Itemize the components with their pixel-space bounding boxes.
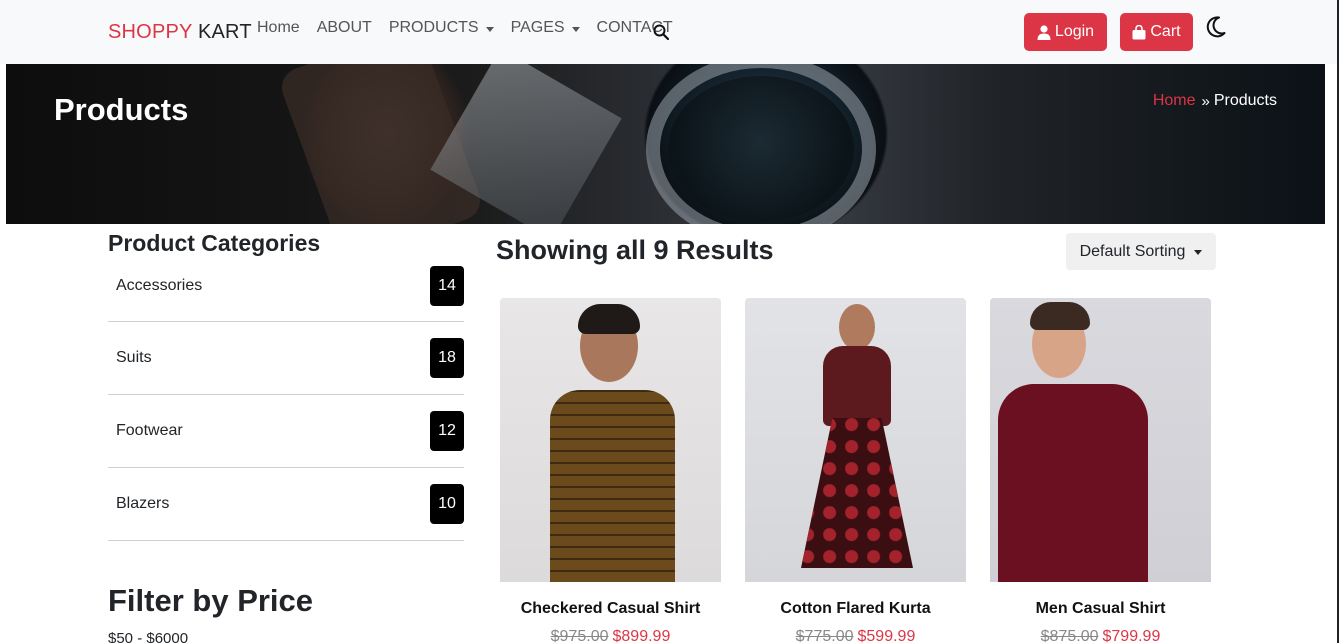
person-shirt — [550, 390, 675, 582]
product-image[interactable] — [500, 298, 721, 582]
price-filter-heading: Filter by Price — [108, 583, 314, 618]
product-price: $875.00 $799.99 — [990, 628, 1211, 643]
shopping-bag-icon — [1132, 24, 1146, 39]
nav-pages[interactable]: PAGES — [511, 19, 580, 37]
sale-price: $899.99 — [612, 628, 671, 643]
breadcrumb-current: Products — [1213, 92, 1277, 109]
chevron-down-icon — [485, 26, 494, 32]
sort-dropdown[interactable]: Default Sorting — [1066, 233, 1216, 270]
product-name[interactable]: Men Casual Shirt — [990, 600, 1211, 618]
category-count-badge: 14 — [430, 265, 464, 306]
sort-label: Default Sorting — [1079, 242, 1186, 260]
category-item[interactable]: Blazers 10 — [108, 468, 464, 541]
category-name: Blazers — [116, 495, 170, 512]
category-name: Footwear — [116, 422, 183, 439]
person-head — [839, 304, 875, 350]
product-name[interactable]: Cotton Flared Kurta — [745, 600, 966, 618]
page-title: Products — [54, 92, 189, 127]
nav-home[interactable]: Home — [257, 19, 300, 37]
original-price: $875.00 — [1040, 628, 1099, 643]
nav-links: Home ABOUT PRODUCTS PAGES CONTACT — [257, 19, 690, 37]
brand-part1: SHOPPY — [108, 21, 193, 43]
navbar: SHOPPY KART Home ABOUT PRODUCTS PAGES CO… — [0, 0, 1337, 64]
double-chevron-right-icon: » — [1201, 92, 1210, 110]
brand-logo[interactable]: SHOPPY KART — [108, 21, 252, 44]
category-count-badge: 12 — [430, 411, 464, 451]
person-kurta-skirt — [801, 418, 913, 568]
brand-part2: KART — [197, 21, 252, 43]
product-price: $775.00 $599.99 — [745, 628, 966, 643]
nav-about-label: ABOUT — [316, 19, 372, 36]
login-button[interactable]: Login — [1024, 13, 1107, 51]
product-image[interactable] — [990, 298, 1211, 582]
banner-watch-face — [668, 76, 854, 222]
page-banner: Products Home » Products — [6, 64, 1325, 224]
original-price: $775.00 — [795, 628, 854, 643]
user-icon — [1037, 24, 1051, 40]
chevron-down-icon — [571, 26, 580, 32]
login-label: Login — [1054, 23, 1095, 40]
product-price: $975.00 $899.99 — [500, 628, 721, 643]
chevron-down-icon — [1194, 250, 1203, 255]
product-name[interactable]: Checkered Casual Shirt — [500, 600, 721, 618]
category-name: Suits — [116, 349, 152, 366]
category-list: Accessories 14 Suits 18 Footwear 12 Blaz… — [108, 250, 464, 541]
nav-home-label: Home — [257, 19, 300, 36]
price-range-value: $50 - $6000 — [108, 630, 189, 643]
category-count-badge: 10 — [430, 484, 464, 524]
results-heading: Showing all 9 Results — [496, 235, 774, 265]
nav-about[interactable]: ABOUT — [317, 19, 372, 37]
breadcrumb-home[interactable]: Home — [1153, 92, 1196, 110]
sale-price: $599.99 — [857, 628, 916, 643]
product-card[interactable]: Checkered Casual Shirt $975.00 $899.99 — [500, 298, 721, 643]
category-item[interactable]: Footwear 12 — [108, 395, 464, 468]
product-card[interactable]: Men Casual Shirt $875.00 $799.99 — [990, 298, 1211, 643]
category-count-badge: 18 — [430, 338, 464, 378]
person-hair — [578, 304, 640, 334]
moon-icon[interactable] — [1206, 16, 1226, 38]
category-item[interactable]: Suits 18 — [108, 322, 464, 395]
original-price: $975.00 — [550, 628, 609, 643]
cart-label: Cart — [1150, 23, 1181, 40]
nav-products[interactable]: PRODUCTS — [389, 19, 494, 37]
category-item[interactable]: Accessories 14 — [108, 250, 464, 322]
nav-products-label: PRODUCTS — [388, 19, 479, 36]
person-kurta-top — [823, 346, 891, 426]
sale-price: $799.99 — [1102, 628, 1161, 643]
breadcrumb: Home » Products — [1153, 92, 1277, 110]
person-hair — [1030, 302, 1090, 330]
cart-button[interactable]: Cart — [1120, 13, 1193, 51]
product-card[interactable]: Cotton Flared Kurta $775.00 $599.99 — [745, 298, 966, 643]
product-image[interactable] — [745, 298, 966, 582]
person-shirt — [998, 384, 1148, 582]
search-icon[interactable] — [653, 24, 669, 40]
nav-pages-label: PAGES — [510, 19, 565, 36]
category-name: Accessories — [116, 276, 203, 294]
